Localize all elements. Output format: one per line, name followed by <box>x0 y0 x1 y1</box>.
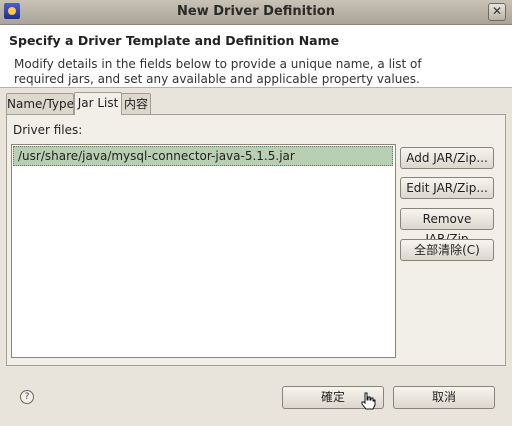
add-jar-button[interactable]: Add JAR/Zip... <box>400 147 494 169</box>
close-button[interactable]: ✕ <box>488 3 506 21</box>
driver-files-list[interactable]: /usr/share/java/mysql-connector-java-5.1… <box>11 144 396 358</box>
driver-files-label: Driver files: <box>13 123 83 137</box>
tab-jar-list[interactable]: Jar List <box>74 92 122 115</box>
clear-all-button[interactable]: 全部清除(C) <box>400 239 494 261</box>
cancel-button[interactable]: 取消 <box>393 386 495 409</box>
help-icon[interactable]: ? <box>20 390 34 404</box>
banner-description: Modify details in the fields below to pr… <box>14 57 422 86</box>
hand-cursor-icon <box>361 392 376 410</box>
tab-name-type[interactable]: Name/Type <box>6 93 74 114</box>
header-banner: Specify a Driver Template and Definition… <box>0 25 512 88</box>
banner-title: Specify a Driver Template and Definition… <box>9 33 340 48</box>
remove-jar-button[interactable]: Remove JAR/Zip <box>400 208 494 246</box>
list-item[interactable]: /usr/share/java/mysql-connector-java-5.1… <box>13 146 393 166</box>
edit-jar-button[interactable]: Edit JAR/Zip... <box>400 177 494 199</box>
tab-content[interactable]: 内容 <box>121 93 151 114</box>
title-bar: New Driver Definition ✕ <box>0 0 512 25</box>
jar-list-panel: Driver files: /usr/share/java/mysql-conn… <box>6 114 506 366</box>
window-title: New Driver Definition <box>177 4 335 19</box>
